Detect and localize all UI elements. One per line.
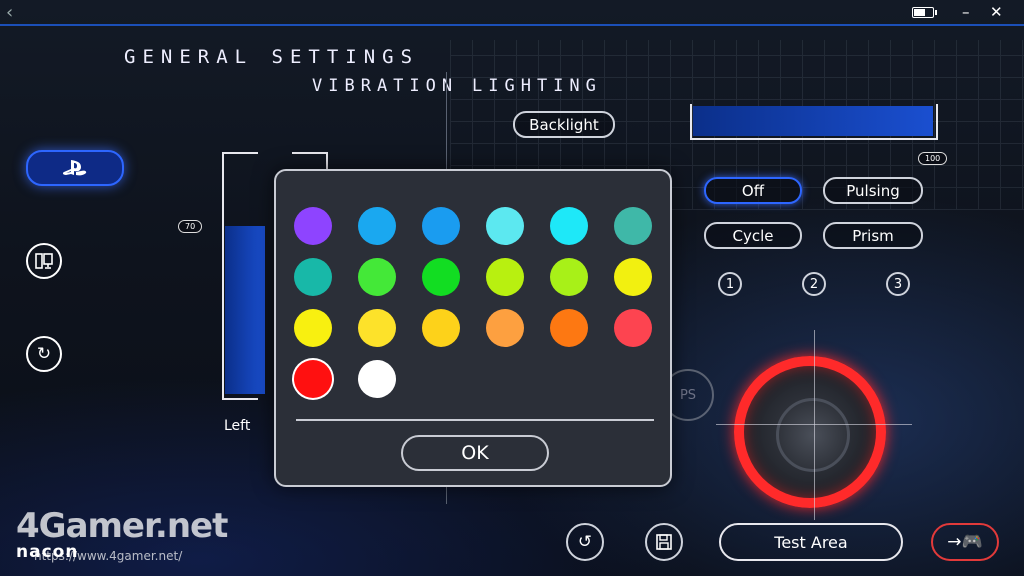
color-swatch[interactable] [358, 207, 396, 245]
title-bar: ‹ – ✕ [0, 0, 1024, 26]
controller-stick-led-ring [734, 356, 886, 508]
sync-button[interactable]: ↻ [26, 336, 62, 372]
mode-off-button[interactable]: Off [704, 177, 802, 204]
ok-button[interactable]: OK [401, 435, 549, 471]
left-vibration-label: Left [224, 418, 251, 434]
backlight-button[interactable]: Backlight [513, 111, 615, 138]
color-swatch[interactable] [294, 258, 332, 296]
color-swatch[interactable] [358, 258, 396, 296]
color-swatch[interactable] [550, 309, 588, 347]
stick-crosshair-v [814, 330, 815, 520]
color-swatch[interactable] [614, 309, 652, 347]
test-area-button[interactable]: Test Area [719, 523, 903, 561]
color-swatch[interactable] [422, 309, 460, 347]
chevron-left-icon[interactable]: ‹ [6, 2, 13, 23]
dialog-divider [296, 419, 654, 421]
profile-2-button[interactable]: 2 [802, 272, 826, 296]
close-button[interactable]: ✕ [990, 3, 1003, 21]
profile-1-button[interactable]: 1 [718, 272, 742, 296]
reset-button[interactable]: ↺ [566, 523, 604, 561]
profile-3-button[interactable]: 3 [886, 272, 910, 296]
reset-icon: ↺ [577, 532, 593, 552]
color-swatch[interactable] [550, 207, 588, 245]
watermark-url: https://www.4gamer.net/ [34, 549, 183, 563]
color-swatch[interactable] [550, 258, 588, 296]
save-icon [656, 534, 672, 550]
left-vibration-value[interactable]: 70 [178, 220, 203, 233]
color-swatch[interactable] [422, 258, 460, 296]
brightness-value[interactable]: 100 [918, 152, 948, 165]
color-swatch[interactable] [358, 360, 396, 398]
mode-pulsing-button[interactable]: Pulsing [823, 177, 923, 204]
lighting-heading: LIGHTING [472, 76, 602, 96]
mode-cycle-button[interactable]: Cycle [704, 222, 802, 249]
controller-stick [776, 398, 850, 472]
next-button[interactable]: →🎮 [931, 523, 999, 561]
color-swatch[interactable] [294, 360, 332, 398]
save-button[interactable] [645, 523, 683, 561]
pc-mode-button[interactable] [26, 243, 62, 279]
pc-icon [35, 253, 53, 269]
sync-icon: ↻ [36, 344, 52, 364]
watermark-logo: 4Gamer.net [16, 506, 228, 546]
color-swatch[interactable] [486, 309, 524, 347]
sidebar-item-playstation[interactable] [26, 150, 124, 186]
general-settings-heading: GENERAL SETTINGS [124, 46, 420, 68]
left-vibration-level[interactable] [225, 226, 265, 394]
vibration-heading: VIBRATION [312, 76, 459, 96]
color-swatch[interactable] [614, 258, 652, 296]
color-swatch[interactable] [486, 258, 524, 296]
color-swatch[interactable] [422, 207, 460, 245]
color-swatch[interactable] [294, 309, 332, 347]
color-swatch[interactable] [358, 309, 396, 347]
battery-icon [912, 7, 937, 18]
minimize-button[interactable]: – [962, 3, 970, 21]
mode-prism-button[interactable]: Prism [823, 222, 923, 249]
color-swatch[interactable] [614, 207, 652, 245]
brightness-level[interactable] [693, 106, 933, 136]
color-swatch[interactable] [294, 207, 332, 245]
color-picker-dialog: OK [274, 169, 672, 487]
arrow-controller-icon: →🎮 [947, 532, 983, 552]
color-swatch[interactable] [486, 207, 524, 245]
ps-icon [62, 160, 87, 176]
